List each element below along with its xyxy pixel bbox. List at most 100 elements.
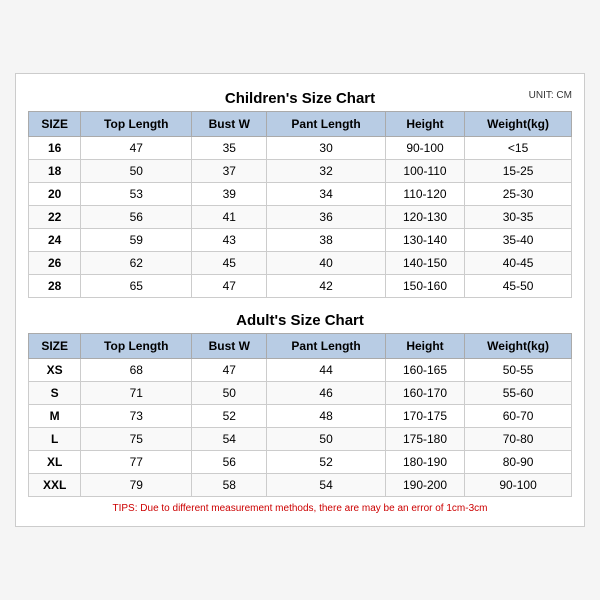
table-row: L755450175-18070-80 bbox=[29, 428, 572, 451]
adult-col-header-bust-w: Bust W bbox=[192, 334, 267, 359]
table-cell: 55-60 bbox=[465, 382, 572, 405]
table-cell: <15 bbox=[465, 137, 572, 160]
table-cell: 25-30 bbox=[465, 183, 572, 206]
table-cell: 16 bbox=[29, 137, 81, 160]
adult-col-header-pant-length: Pant Length bbox=[267, 334, 386, 359]
table-cell: 71 bbox=[81, 382, 192, 405]
adults-title-text: Adult's Size Chart bbox=[236, 312, 364, 329]
table-cell: 47 bbox=[192, 359, 267, 382]
table-cell: 140-150 bbox=[385, 252, 464, 275]
adult-col-header-top-length: Top Length bbox=[81, 334, 192, 359]
table-cell: 190-200 bbox=[385, 474, 464, 497]
table-cell: 47 bbox=[192, 275, 267, 298]
table-cell: 50-55 bbox=[465, 359, 572, 382]
table-cell: 120-130 bbox=[385, 206, 464, 229]
table-cell: 20 bbox=[29, 183, 81, 206]
table-row: 28654742150-16045-50 bbox=[29, 275, 572, 298]
table-cell: 68 bbox=[81, 359, 192, 382]
table-cell: 46 bbox=[267, 382, 386, 405]
adults-section-title: Adult's Size Chart bbox=[28, 306, 572, 333]
table-cell: 52 bbox=[267, 451, 386, 474]
table-cell: 35-40 bbox=[465, 229, 572, 252]
children-title-text: Children's Size Chart bbox=[225, 90, 375, 107]
table-row: 1647353090-100<15 bbox=[29, 137, 572, 160]
table-cell: XXL bbox=[29, 474, 81, 497]
col-header-weight: Weight(kg) bbox=[465, 112, 572, 137]
table-cell: 90-100 bbox=[465, 474, 572, 497]
table-cell: L bbox=[29, 428, 81, 451]
table-row: M735248170-17560-70 bbox=[29, 405, 572, 428]
unit-label: UNIT: CM bbox=[529, 90, 572, 101]
table-cell: 175-180 bbox=[385, 428, 464, 451]
children-header-row: SIZE Top Length Bust W Pant Length Heigh… bbox=[29, 112, 572, 137]
table-cell: 58 bbox=[192, 474, 267, 497]
col-header-size: SIZE bbox=[29, 112, 81, 137]
table-cell: 110-120 bbox=[385, 183, 464, 206]
table-cell: 28 bbox=[29, 275, 81, 298]
col-header-top-length: Top Length bbox=[81, 112, 192, 137]
table-cell: 130-140 bbox=[385, 229, 464, 252]
adult-col-header-height: Height bbox=[385, 334, 464, 359]
table-cell: 15-25 bbox=[465, 160, 572, 183]
table-cell: 65 bbox=[81, 275, 192, 298]
col-header-bust-w: Bust W bbox=[192, 112, 267, 137]
table-cell: 170-175 bbox=[385, 405, 464, 428]
table-cell: 42 bbox=[267, 275, 386, 298]
table-cell: 36 bbox=[267, 206, 386, 229]
table-row: XL775652180-19080-90 bbox=[29, 451, 572, 474]
table-cell: 38 bbox=[267, 229, 386, 252]
table-cell: 35 bbox=[192, 137, 267, 160]
table-cell: 48 bbox=[267, 405, 386, 428]
table-cell: 45-50 bbox=[465, 275, 572, 298]
table-row: 20533934110-12025-30 bbox=[29, 183, 572, 206]
table-cell: 54 bbox=[192, 428, 267, 451]
table-cell: 22 bbox=[29, 206, 81, 229]
table-row: 18503732100-11015-25 bbox=[29, 160, 572, 183]
table-cell: 18 bbox=[29, 160, 81, 183]
col-header-pant-length: Pant Length bbox=[267, 112, 386, 137]
table-cell: 30 bbox=[267, 137, 386, 160]
table-cell: 79 bbox=[81, 474, 192, 497]
table-cell: 32 bbox=[267, 160, 386, 183]
table-row: S715046160-17055-60 bbox=[29, 382, 572, 405]
table-cell: 43 bbox=[192, 229, 267, 252]
table-cell: 62 bbox=[81, 252, 192, 275]
table-cell: 37 bbox=[192, 160, 267, 183]
size-chart-container: Children's Size Chart UNIT: CM SIZE Top … bbox=[15, 73, 585, 527]
table-cell: 54 bbox=[267, 474, 386, 497]
table-cell: 80-90 bbox=[465, 451, 572, 474]
tips-text: TIPS: Due to different measurement metho… bbox=[28, 503, 572, 514]
table-cell: 150-160 bbox=[385, 275, 464, 298]
table-cell: M bbox=[29, 405, 81, 428]
table-cell: 56 bbox=[81, 206, 192, 229]
adult-col-header-weight: Weight(kg) bbox=[465, 334, 572, 359]
table-cell: 45 bbox=[192, 252, 267, 275]
table-cell: 60-70 bbox=[465, 405, 572, 428]
table-cell: 53 bbox=[81, 183, 192, 206]
table-cell: 90-100 bbox=[385, 137, 464, 160]
table-cell: 52 bbox=[192, 405, 267, 428]
table-cell: 24 bbox=[29, 229, 81, 252]
table-cell: 50 bbox=[267, 428, 386, 451]
children-size-table: SIZE Top Length Bust W Pant Length Heigh… bbox=[28, 111, 572, 298]
table-cell: 56 bbox=[192, 451, 267, 474]
table-cell: S bbox=[29, 382, 81, 405]
table-cell: 44 bbox=[267, 359, 386, 382]
table-cell: 75 bbox=[81, 428, 192, 451]
table-row: 24594338130-14035-40 bbox=[29, 229, 572, 252]
table-cell: 47 bbox=[81, 137, 192, 160]
table-cell: 160-165 bbox=[385, 359, 464, 382]
table-cell: 50 bbox=[192, 382, 267, 405]
table-row: 26624540140-15040-45 bbox=[29, 252, 572, 275]
table-cell: 100-110 bbox=[385, 160, 464, 183]
table-cell: 26 bbox=[29, 252, 81, 275]
table-row: XXL795854190-20090-100 bbox=[29, 474, 572, 497]
table-cell: 40-45 bbox=[465, 252, 572, 275]
table-cell: 39 bbox=[192, 183, 267, 206]
col-header-height: Height bbox=[385, 112, 464, 137]
table-cell: 160-170 bbox=[385, 382, 464, 405]
table-row: XS684744160-16550-55 bbox=[29, 359, 572, 382]
adults-header-row: SIZE Top Length Bust W Pant Length Heigh… bbox=[29, 334, 572, 359]
adults-size-table: SIZE Top Length Bust W Pant Length Heigh… bbox=[28, 333, 572, 497]
table-cell: 40 bbox=[267, 252, 386, 275]
